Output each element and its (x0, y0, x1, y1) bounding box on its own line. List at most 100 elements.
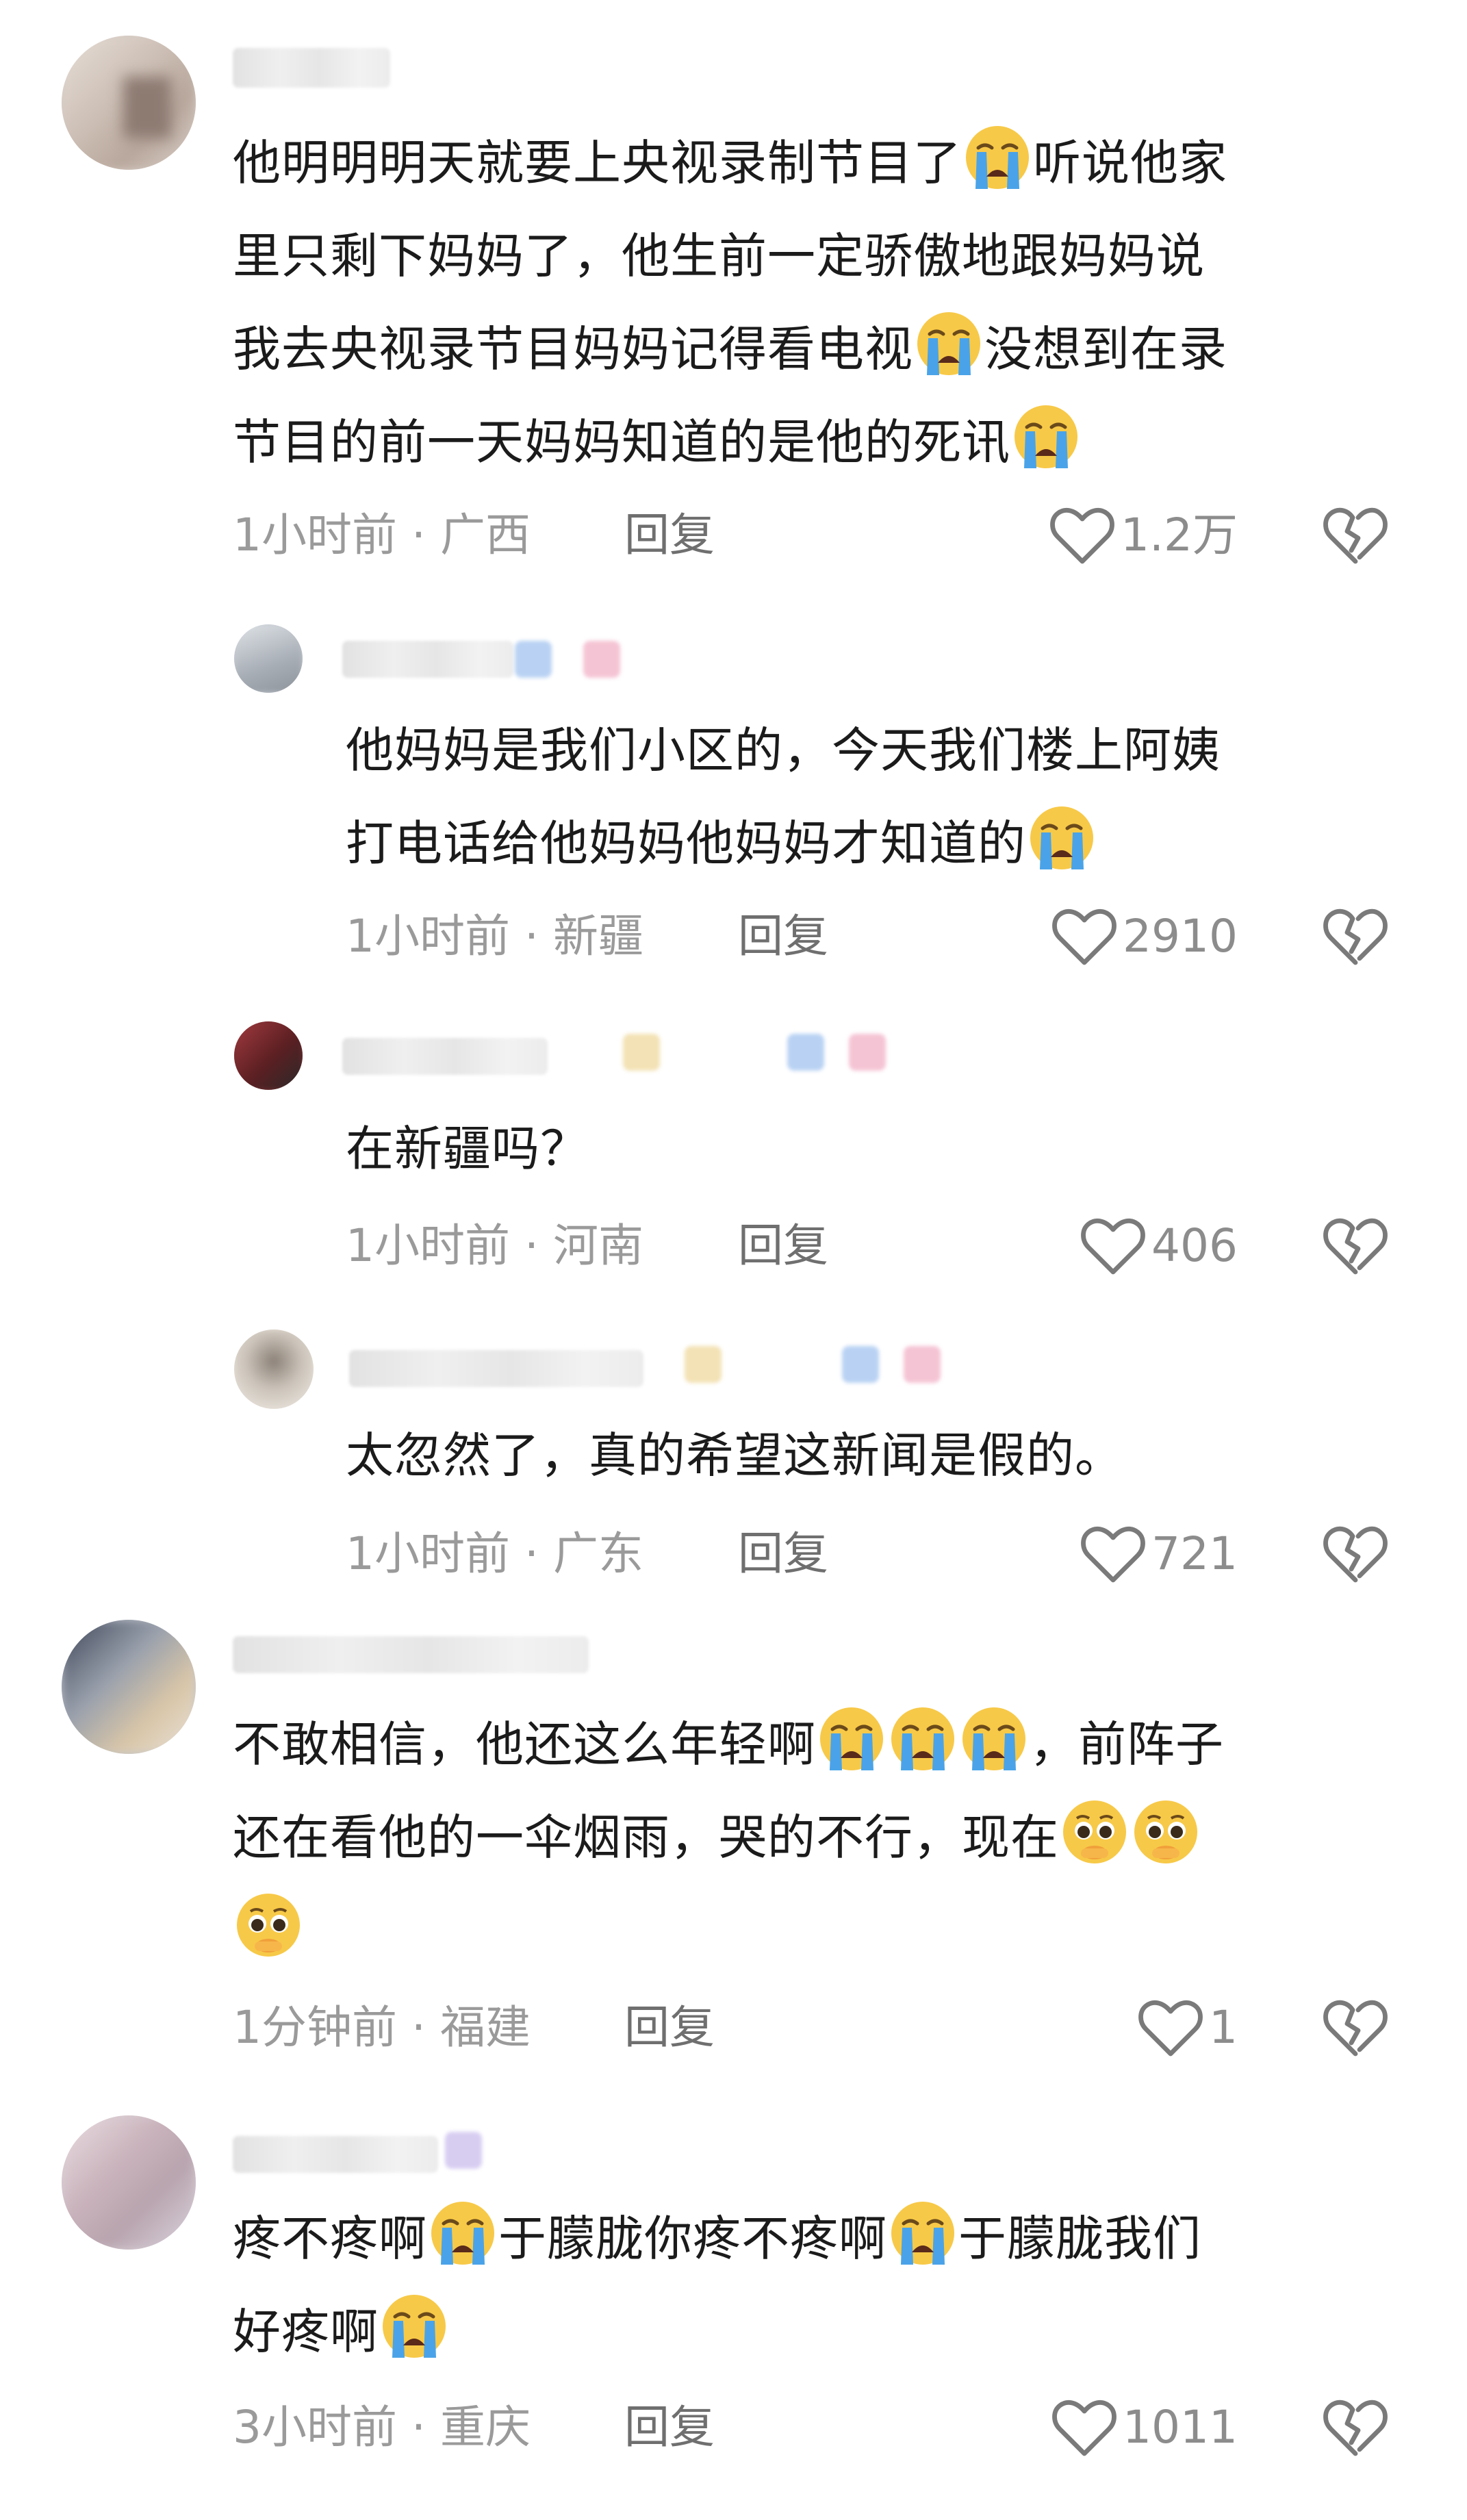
meta-separator: · (510, 1219, 553, 1272)
username-blurred[interactable] (342, 641, 513, 678)
comment-text-segment: 他妈妈是我们小区的，今天我们楼上阿姨 (346, 722, 1221, 778)
comment-time: 1分钟前 (233, 2001, 397, 2054)
username-blurred[interactable] (349, 1350, 643, 1387)
loudly-crying-face-emoji (891, 2202, 954, 2265)
reply-button[interactable]: 回复 (624, 508, 715, 563)
like-count: 1 (1209, 2001, 1238, 2054)
like-count: 1011 (1123, 2401, 1238, 2454)
comment-text-segment: 节目的前一天妈妈知道的是他的死讯 (233, 414, 1010, 470)
username-blurred[interactable] (233, 1636, 589, 1673)
comment-text-segment: 听说他家 (1033, 135, 1227, 191)
loudly-crying-face-emoji (383, 2295, 446, 2358)
badge-blurred (445, 2132, 482, 2169)
like-button[interactable]: 1011 (1051, 2393, 1238, 2462)
like-count: 2910 (1123, 910, 1238, 963)
avatar[interactable] (62, 2115, 196, 2250)
broken-heart-icon[interactable] (1323, 1523, 1388, 1585)
badge-blurred (583, 641, 620, 678)
meta-separator: · (397, 2001, 440, 2054)
badge-blurred (515, 641, 552, 678)
heart-outline-icon (1052, 2400, 1117, 2456)
reply-item: 太忽然了，真的希望这新闻是假的。 1小时前 · 广东 回复 721 (0, 1321, 1467, 1609)
comment-meta: 1小时前 · 广东 (346, 1527, 643, 1581)
comment-text-segment: ，前阵子 (1030, 1716, 1224, 1772)
comment-location: 广东 (552, 1527, 643, 1580)
like-button[interactable]: 406 (1080, 1212, 1238, 1280)
badge-blurred (904, 1346, 941, 1383)
like-button[interactable]: 1.2万 (1049, 501, 1238, 570)
comment-location: 福建 (439, 2001, 531, 2054)
like-button[interactable]: 721 (1080, 1520, 1238, 1588)
badge-blurred (685, 1346, 722, 1383)
meta-separator: · (510, 910, 553, 963)
heart-outline-icon (1081, 1526, 1145, 1583)
like-button[interactable]: 1 (1138, 1994, 1238, 2062)
loudly-crying-face-emoji (1030, 806, 1093, 869)
broken-heart-icon[interactable] (1323, 505, 1388, 566)
reply-button[interactable]: 回复 (738, 1219, 828, 1273)
comment-text: 他明明明天就要上央视录制节目了 听说他家 里只剩下妈妈了，他生前一定骄傲地跟妈妈说我… (233, 116, 1410, 489)
comment-time: 1小时前 (233, 509, 397, 561)
broken-heart-icon[interactable] (1323, 906, 1388, 967)
heart-outline-icon (1052, 908, 1117, 965)
like-button[interactable]: 2910 (1051, 902, 1238, 971)
avatar[interactable] (62, 1620, 196, 1754)
comment-text-segment: 没想到在录 (984, 321, 1227, 377)
reply-button[interactable]: 回复 (738, 1527, 828, 1581)
comment-location: 广西 (439, 509, 531, 561)
comment-text-segment: 我去央视录节目妈妈记得看电视 (233, 321, 913, 377)
loudly-crying-face-emoji (431, 2202, 494, 2265)
heart-outline-icon (1081, 1218, 1145, 1275)
comment-text-segment: 好疼啊 (233, 2304, 379, 2360)
broken-heart-icon[interactable] (1323, 1215, 1388, 1277)
username-blurred[interactable] (342, 1038, 548, 1075)
comment-text-segment: 还在看他的一伞烟雨，哭的不行，现在 (233, 1809, 1059, 1866)
comment-item: 不敢相信，他还这么年轻啊 ，前阵子还在看他的一伞烟雨，哭的不行，现在 1分钟前 ·… (0, 1609, 1467, 2102)
avatar[interactable] (62, 36, 196, 170)
reply-item: 他妈妈是我们小区的，今天我们楼上阿姨 打电话给他妈妈他妈妈才知道的 1小时前 · … (0, 616, 1467, 1013)
loudly-crying-face-emoji (891, 1707, 954, 1770)
broken-heart-icon[interactable] (1323, 2397, 1388, 2458)
reply-button[interactable]: 回复 (624, 2400, 715, 2455)
comment-text-segment: 疼不疼啊 (233, 2211, 427, 2267)
comment-meta: 1小时前 · 河南 (346, 1219, 643, 1273)
comment-text-segment: 太忽然了，真的希望这新闻是假的。 (346, 1427, 1123, 1484)
avatar[interactable] (234, 624, 303, 693)
comment-time: 3小时前 (233, 2401, 397, 2454)
reply-item: 在新疆吗？ 1小时前 · 河南 回复 406 (0, 1013, 1467, 1321)
comment-text: 在新疆吗？ (346, 1102, 1414, 1195)
reply-button[interactable]: 回复 (624, 2000, 715, 2055)
comment-text-segment: 在新疆吗？ (346, 1121, 589, 1177)
like-count: 1.2万 (1121, 509, 1238, 561)
username-blurred[interactable] (233, 48, 390, 88)
comment-text: 他妈妈是我们小区的，今天我们楼上阿姨 打电话给他妈妈他妈妈才知道的 (346, 704, 1414, 890)
like-count: 721 (1151, 1527, 1238, 1580)
comment-meta: 1小时前 · 广西 (233, 508, 531, 563)
comment-item: 疼不疼啊 于朦胧你疼不疼啊 于朦胧我们 好疼啊 3小时前 · 重庆 回复 1011 (0, 2102, 1467, 2520)
badge-blurred (787, 1034, 824, 1071)
comment-meta: 1小时前 · 新疆 (346, 909, 643, 964)
comment-time: 1小时前 (346, 1527, 510, 1580)
comment-text-segment: 打电话给他妈妈他妈妈才知道的 (346, 815, 1026, 871)
loudly-crying-face-emoji (962, 1707, 1025, 1770)
badge-blurred (623, 1034, 660, 1071)
comment-text: 太忽然了，真的希望这新闻是假的。 (346, 1409, 1414, 1502)
heart-outline-icon (1050, 507, 1114, 564)
pleading-face-emoji (237, 1894, 300, 1957)
avatar[interactable] (234, 1021, 303, 1090)
avatar[interactable] (234, 1329, 314, 1409)
meta-separator: · (397, 509, 440, 561)
pleading-face-emoji (1063, 1800, 1126, 1863)
heart-outline-icon (1138, 2000, 1203, 2057)
comment-meta: 3小时前 · 重庆 (233, 2400, 531, 2455)
broken-heart-icon[interactable] (1323, 1997, 1388, 2059)
reply-button[interactable]: 回复 (738, 909, 828, 964)
like-count: 406 (1151, 1219, 1238, 1272)
comment-text-segment: 里只剩下妈妈了，他生前一定骄傲地跟妈妈说 (233, 228, 1205, 284)
meta-separator: · (397, 2401, 440, 2454)
badge-blurred (842, 1346, 879, 1383)
comment-text-segment: 不敢相信，他还这么年轻啊 (233, 1716, 816, 1772)
username-blurred[interactable] (233, 2136, 438, 2173)
comment-location: 新疆 (552, 910, 643, 963)
comment-location: 重庆 (439, 2401, 531, 2454)
